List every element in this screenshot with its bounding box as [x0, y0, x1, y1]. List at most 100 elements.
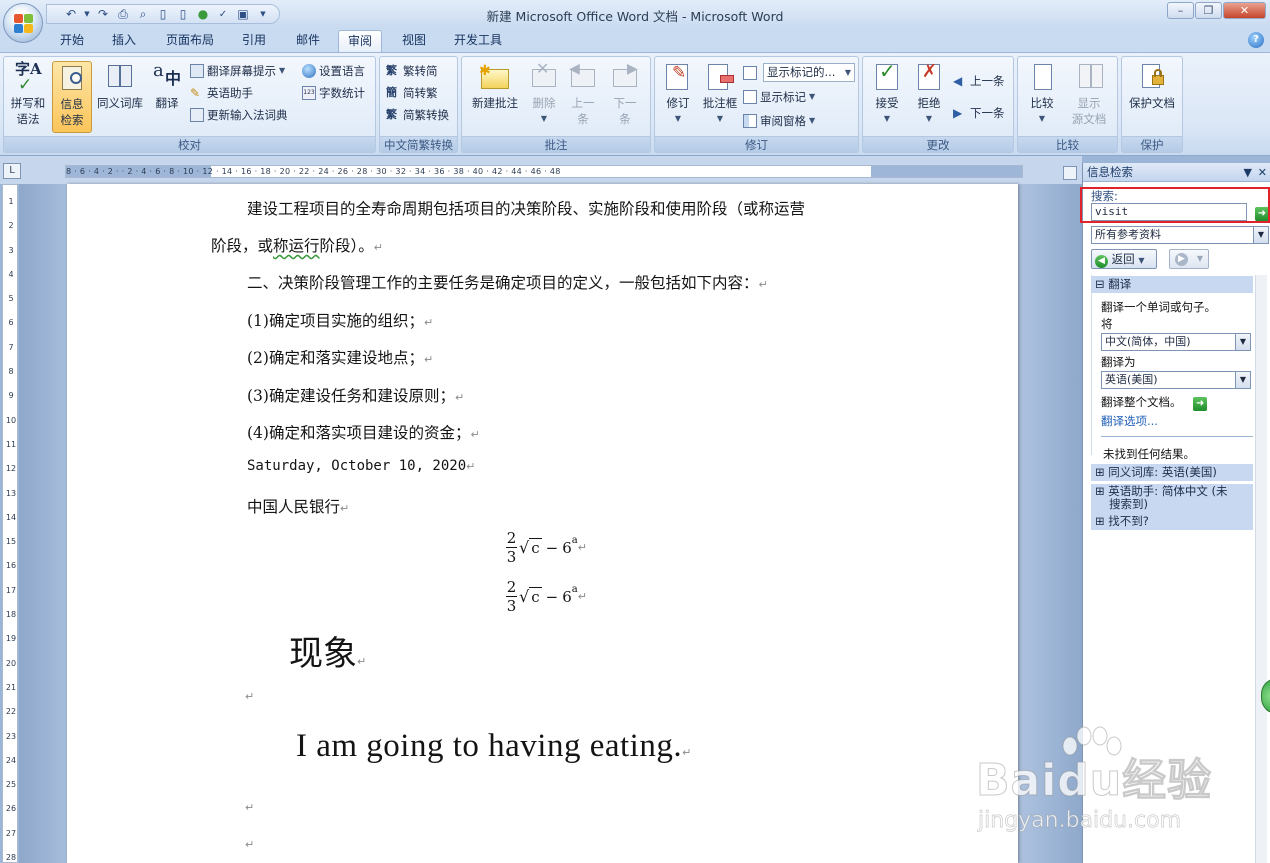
vertical-ruler-number: 14 [5, 512, 17, 522]
back-button[interactable]: ◀ 返回 ▼ [1091, 249, 1157, 269]
thesaurus-button[interactable]: 同义词库 [94, 61, 146, 133]
word-count-button[interactable]: 123 字数统计 [302, 83, 365, 103]
forward-button[interactable]: ▶ ▼ [1169, 249, 1209, 269]
help-icon[interactable]: ? [1248, 32, 1264, 48]
traditional-to-simplified-icon: 繁 [386, 64, 397, 77]
research-task-pane: 信息检索 ▼ ✕ 搜索: visit ➜ 所有参考资料 ▼ ◀ 返回 ▼ ▶ ▼ … [1082, 163, 1270, 863]
office-button[interactable] [3, 3, 43, 43]
restore-button[interactable]: ❐ [1195, 2, 1222, 19]
dictionary-update-icon [190, 108, 204, 122]
track-changes-icon: ✎ [662, 61, 694, 93]
doc-empty-paragraph-2: ↵ [245, 801, 255, 814]
tab-developer[interactable]: 开发工具 [446, 30, 510, 52]
chevron-down-icon: ▼ [540, 114, 548, 123]
tab-review[interactable]: 审阅 [338, 30, 382, 52]
translate-description: 翻译一个单词或句子。 [1101, 300, 1216, 314]
vertical-ruler-number: 15 [5, 537, 17, 547]
protect-document-button[interactable]: 保护文档 [1124, 61, 1180, 133]
translate-document-link[interactable]: 翻译整个文档。 ➜ [1101, 394, 1208, 411]
simplified-to-traditional-button[interactable]: 簡 简转繁 [386, 83, 438, 103]
spelling-grammar-button[interactable]: 字A ✓ 拼写和 语法 [6, 61, 50, 133]
vertical-ruler-number: 3 [8, 245, 14, 255]
minimize-button[interactable]: – [1167, 2, 1194, 19]
display-for-review-combo[interactable]: 显示标记的... ▼ [763, 63, 855, 82]
previous-comment-button[interactable]: ◀ 上一 条 [564, 61, 602, 133]
show-markup-button[interactable]: 显示标记 ▼ [743, 87, 815, 107]
translation-options-link[interactable]: 翻译选项... [1101, 413, 1158, 429]
vertical-ruler-number: 27 [5, 828, 17, 838]
vertical-ruler-number: 21 [5, 682, 17, 692]
english-assistant-section-header[interactable]: ⊞ 英语助手: 简体中文 (未 搜索到) [1091, 484, 1253, 513]
chevron-down-icon: ▼ [1235, 372, 1250, 388]
new-comment-icon: ✱ [479, 61, 511, 93]
review-pane-button[interactable]: 审阅窗格 ▼ [743, 111, 815, 131]
update-ime-dictionary-button[interactable]: 更新输入法词典 [190, 105, 288, 125]
tab-references[interactable]: 引用 [232, 30, 276, 52]
conversion-icon: 繁 [386, 108, 397, 121]
translation-screentip-button[interactable]: 翻译屏幕提示 ▼ [190, 61, 285, 81]
traditional-to-simplified-button[interactable]: 繁 繁转简 [386, 61, 438, 81]
close-button[interactable]: ✕ [1223, 2, 1266, 19]
globe-icon [302, 64, 316, 78]
vertical-ruler[interactable]: 1 2 3 4 5 6 7 8 9 10 11 12 13 14 15 16 17 18 19 20 21 22 23 24 2… [2, 184, 18, 863]
reference-source-select[interactable]: 所有参考资料 ▼ [1091, 226, 1269, 244]
vertical-ruler-number: 2 [8, 221, 14, 231]
tab-home[interactable]: 开始 [50, 30, 94, 52]
search-input[interactable]: visit [1091, 203, 1247, 221]
doc-equation-1: 23 √ c − 6a ↵ [506, 529, 587, 566]
pane-scrollbar[interactable] [1255, 275, 1267, 863]
next-comment-button[interactable]: ▶ 下一 条 [606, 61, 644, 133]
translate-section-header[interactable]: ⊟ 翻译 [1091, 276, 1253, 293]
vertical-ruler-number: 24 [5, 755, 17, 765]
translate-button[interactable]: a 中 翻译 [148, 61, 186, 133]
doc-date: Saturday, October 10, 2020↵ [247, 458, 476, 474]
vertical-ruler-number: 1 [8, 197, 14, 206]
tab-mailings[interactable]: 邮件 [286, 30, 330, 52]
vertical-ruler-number: 12 [5, 464, 17, 474]
doc-empty-paragraph-3: ↵ [245, 838, 255, 851]
new-comment-button[interactable]: ✱ 新建批注 [466, 61, 524, 133]
tab-page-layout[interactable]: 页面布局 [158, 30, 222, 52]
english-assistant-button[interactable]: ✎ 英语助手 [190, 83, 253, 103]
chevron-down-icon: ▼ [674, 114, 682, 123]
set-language-button[interactable]: 设置语言 [302, 61, 365, 81]
balloons-button[interactable]: 批注框 ▼ [699, 61, 741, 133]
cant-find-section-header[interactable]: ⊞ 找不到? [1091, 513, 1253, 530]
translate-to-select[interactable]: 英语(美国) ▼ [1101, 371, 1251, 389]
tab-insert[interactable]: 插入 [102, 30, 146, 52]
translate-from-select[interactable]: 中文(简体，中国) ▼ [1101, 333, 1251, 351]
reject-button[interactable]: ✗ 拒绝 ▼ [909, 61, 949, 133]
office-logo-icon [14, 14, 34, 34]
vertical-ruler-number: 17 [5, 585, 17, 595]
vertical-ruler-number: 6 [8, 318, 14, 328]
tab-selector[interactable]: L [3, 163, 21, 179]
pane-close-icon[interactable]: ✕ [1258, 163, 1267, 182]
chevron-down-icon: ▼ [809, 92, 816, 101]
compare-button[interactable]: 比较 ▼ [1022, 61, 1062, 133]
start-search-button[interactable]: ➜ [1255, 205, 1269, 221]
delete-comment-button[interactable]: ✕ 删除 ▼ [526, 61, 562, 133]
doc-list-item-2: (2)确定和落实建设地点；↵ [247, 349, 434, 367]
compare-icon [1026, 61, 1058, 93]
research-button[interactable]: 信息 检索 [52, 61, 92, 133]
vertical-ruler-number: 19 [5, 634, 17, 644]
view-ruler-icon[interactable] [1063, 166, 1077, 180]
vertical-ruler-number: 20 [5, 658, 17, 668]
thesaurus-section-header[interactable]: ⊞ 同义词库: 英语(美国) [1091, 464, 1253, 481]
chevron-down-icon: ▼ [1235, 334, 1250, 350]
tab-view[interactable]: 视图 [392, 30, 436, 52]
chinese-conversion-button[interactable]: 繁 简繁转换 [386, 105, 449, 125]
previous-change-button[interactable]: ◀ 上一条 [953, 71, 1005, 91]
doc-equation-2: 23 √ c − 6a ↵ [506, 578, 587, 615]
accept-button[interactable]: ✓ 接受 ▼ [867, 61, 907, 133]
proofing-group: 字A ✓ 拼写和 语法 信息 检索 同义词库 a 中 翻译 翻译屏幕提示 ▼ ✎… [3, 56, 376, 153]
vertical-ruler-number: 7 [8, 342, 14, 352]
english-assistant-icon: ✎ [190, 86, 201, 100]
expand-icon: ⊞ [1095, 465, 1109, 479]
show-source-documents-button[interactable]: 显示 源文档 [1064, 61, 1114, 133]
next-change-button[interactable]: ▶ 下一条 [953, 103, 1005, 123]
ruler-numbers: 8 · 6 · 4 · 2 · · 2 · 4 · 6 · 8 · 10 · 1… [66, 167, 561, 176]
track-changes-button[interactable]: ✎ 修订 ▼ [659, 61, 697, 133]
radical-icon: √ [519, 587, 530, 606]
pane-options-icon[interactable]: ▼ [1244, 163, 1252, 182]
